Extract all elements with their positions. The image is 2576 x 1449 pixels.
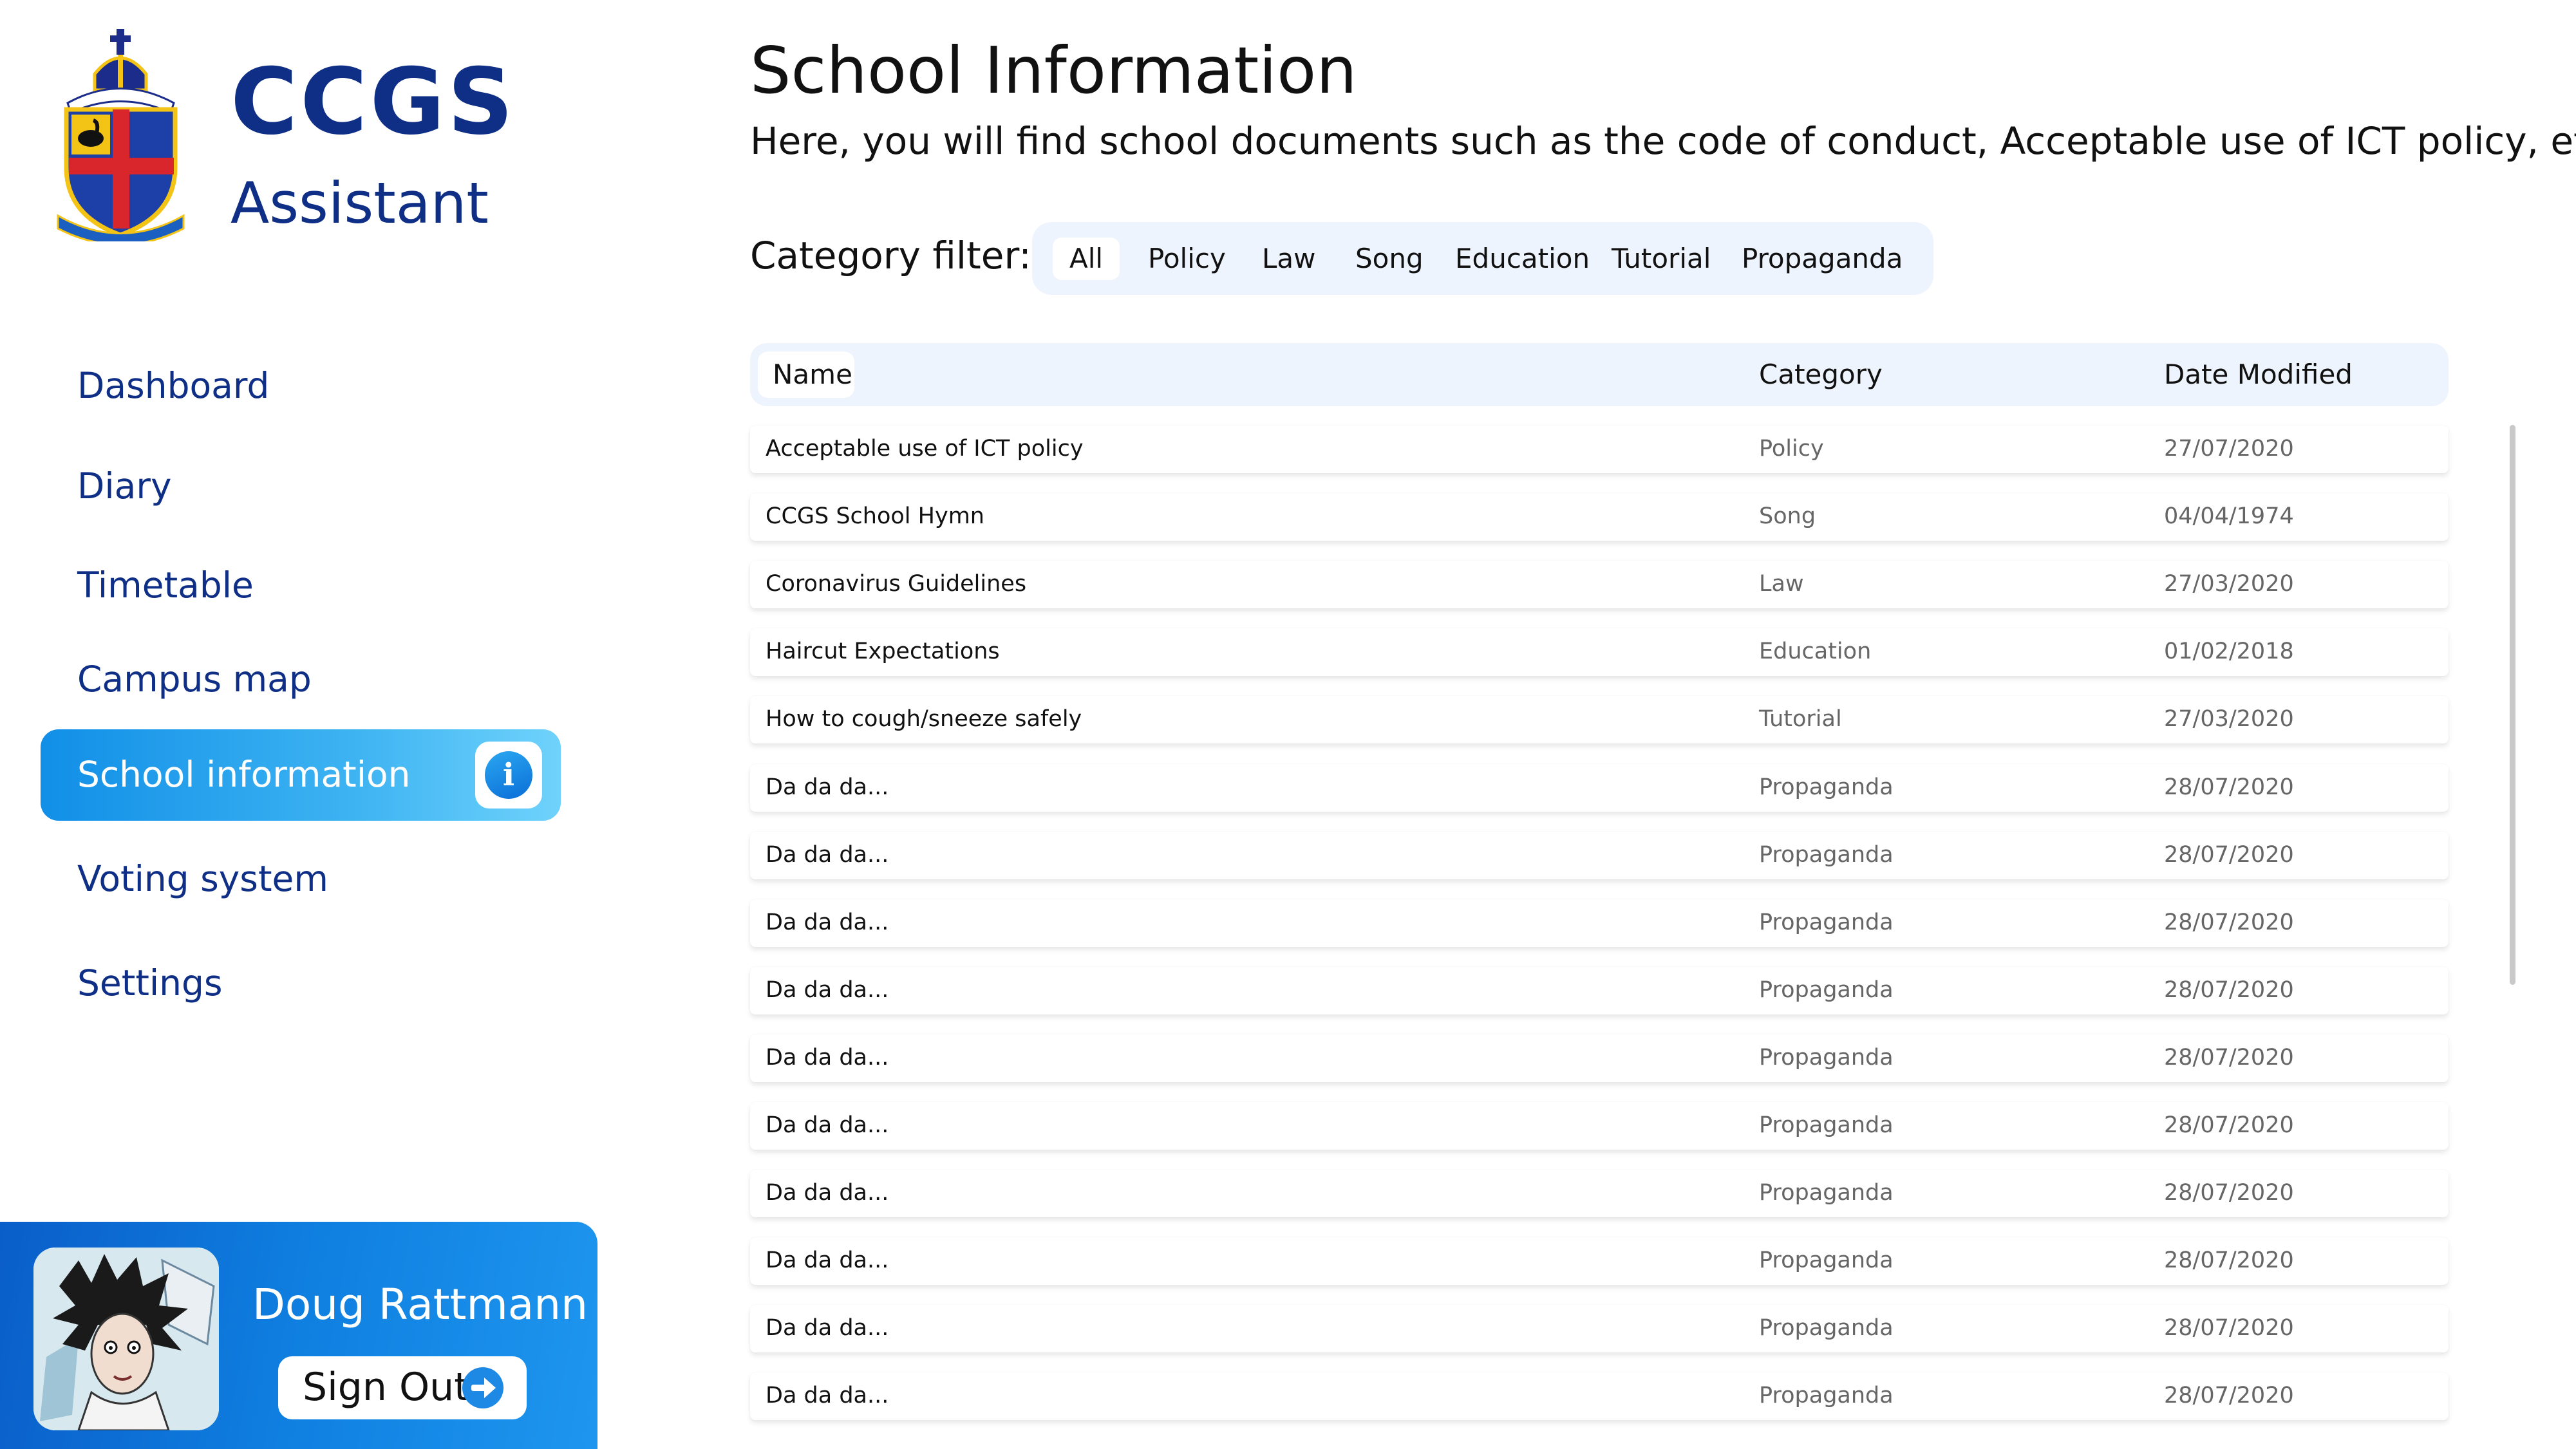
table-scrollbar[interactable] [2510, 425, 2515, 985]
table-row[interactable]: Da da da... Propaganda 28/07/2020 [750, 1102, 2449, 1150]
table-row[interactable]: Da da da... Propaganda 28/07/2020 [750, 1372, 2449, 1420]
row-date-modified: 01/02/2018 [2164, 639, 2294, 664]
row-category: Propaganda [1759, 1248, 1894, 1273]
category-filter-label: Category filter: [750, 234, 1031, 277]
sidebar-item-timetable[interactable]: Timetable [77, 568, 254, 603]
sidebar-item-diary[interactable]: Diary [77, 469, 172, 504]
row-name: How to cough/sneeze safely [766, 706, 1082, 732]
sidebar: CCGS Assistant Dashboard Diary Timetable… [0, 0, 602, 1449]
user-name: Doug Rattmann [252, 1280, 588, 1329]
row-date-modified: 28/07/2020 [2164, 1180, 2294, 1206]
row-date-modified: 28/07/2020 [2164, 1383, 2294, 1408]
table-row[interactable]: Haircut Expectations Education 01/02/2018 [750, 628, 2449, 676]
row-date-modified: 27/03/2020 [2164, 706, 2294, 732]
row-name: CCGS School Hymn [766, 503, 984, 529]
sidebar-item-school-information[interactable]: School information i [41, 729, 561, 821]
filter-chip-propaganda[interactable]: Propaganda [1742, 238, 1903, 280]
row-category: Propaganda [1759, 1112, 1894, 1138]
table-row[interactable]: Da da da... Propaganda 28/07/2020 [750, 764, 2449, 812]
sidebar-item-label: School information [77, 754, 411, 795]
table-row[interactable]: Da da da... Propaganda 28/07/2020 [750, 1305, 2449, 1352]
row-date-modified: 27/03/2020 [2164, 571, 2294, 597]
row-category: Propaganda [1759, 1180, 1894, 1206]
row-category: Policy [1759, 436, 1824, 462]
row-date-modified: 28/07/2020 [2164, 1248, 2294, 1273]
row-name: Da da da... [766, 1248, 889, 1273]
row-category: Tutorial [1759, 706, 1842, 732]
table-row[interactable]: Da da da... Propaganda 28/07/2020 [750, 899, 2449, 947]
sign-out-button[interactable]: Sign Out [278, 1356, 527, 1419]
row-category: Propaganda [1759, 774, 1894, 800]
row-category: Education [1759, 639, 1872, 664]
row-date-modified: 28/07/2020 [2164, 1045, 2294, 1070]
row-name: Haircut Expectations [766, 639, 1000, 664]
row-category: Propaganda [1759, 1045, 1894, 1070]
row-name: Da da da... [766, 1180, 889, 1206]
column-header-date-modified[interactable]: Date Modified [2164, 361, 2353, 388]
brand-title: CCGS [230, 49, 516, 155]
info-icon: i [485, 751, 532, 799]
row-name: Da da da... [766, 910, 889, 935]
row-category: Propaganda [1759, 910, 1894, 935]
row-category: Propaganda [1759, 977, 1894, 1003]
filter-chip-law[interactable]: Law [1262, 238, 1316, 280]
page-title: School Information [750, 33, 1357, 108]
arrow-right-circle-icon [462, 1367, 503, 1408]
table-row[interactable]: Acceptable use of ICT policy Policy 27/07/… [750, 425, 2449, 473]
table-row[interactable]: Coronavirus Guidelines Law 27/03/2020 [750, 561, 2449, 608]
table-row[interactable]: Da da da... Propaganda 28/07/2020 [750, 1237, 2449, 1285]
column-header-category[interactable]: Category [1759, 361, 1883, 388]
sidebar-item-settings[interactable]: Settings [77, 966, 223, 1001]
table-row[interactable]: Da da da... Propaganda 28/07/2020 [750, 832, 2449, 879]
sidebar-item-voting-system[interactable]: Voting system [77, 861, 328, 897]
filter-chip-tutorial[interactable]: Tutorial [1612, 238, 1711, 280]
row-name: Da da da... [766, 774, 889, 800]
row-date-modified: 28/07/2020 [2164, 977, 2294, 1003]
table-row[interactable]: How to cough/sneeze safely Tutorial 27/03/… [750, 696, 2449, 743]
row-category: Song [1759, 503, 1816, 529]
filter-chip-policy[interactable]: Policy [1148, 238, 1226, 280]
avatar-illustration [33, 1248, 219, 1430]
filter-chip-all[interactable]: All [1053, 238, 1120, 280]
category-filter-bar: All Policy Law Song Education Tutorial P… [1032, 222, 1933, 295]
avatar [33, 1248, 219, 1430]
row-name: Da da da... [766, 977, 889, 1003]
info-icon-box: i [475, 742, 542, 809]
filter-chip-education[interactable]: Education [1455, 238, 1590, 280]
row-name: Da da da... [766, 1383, 889, 1408]
filter-chip-song[interactable]: Song [1355, 238, 1424, 280]
row-date-modified: 27/07/2020 [2164, 436, 2294, 462]
row-category: Propaganda [1759, 842, 1894, 868]
row-date-modified: 28/07/2020 [2164, 910, 2294, 935]
table-row[interactable]: Da da da... Propaganda 28/07/2020 [750, 967, 2449, 1014]
table-header: Name Category Date Modified [750, 343, 2449, 406]
row-date-modified: 28/07/2020 [2164, 1315, 2294, 1341]
sidebar-item-dashboard[interactable]: Dashboard [77, 368, 269, 404]
row-name: Coronavirus Guidelines [766, 571, 1027, 597]
table-row[interactable]: Da da da... Propaganda 28/07/2020 [750, 1034, 2449, 1082]
row-name: Da da da... [766, 842, 889, 868]
page-description: Here, you will find school documents suc… [750, 119, 2576, 163]
row-date-modified: 28/07/2020 [2164, 1112, 2294, 1138]
row-date-modified: 04/04/1974 [2164, 503, 2294, 529]
table-row[interactable]: Da da da... Propaganda 28/07/2020 [750, 1170, 2449, 1217]
table-row[interactable]: CCGS School Hymn Song 04/04/1974 [750, 493, 2449, 541]
row-date-modified: 28/07/2020 [2164, 842, 2294, 868]
row-name: Da da da... [766, 1315, 889, 1341]
row-category: Propaganda [1759, 1383, 1894, 1408]
row-category: Propaganda [1759, 1315, 1894, 1341]
school-crest-logo [57, 29, 185, 241]
sidebar-item-campus-map[interactable]: Campus map [77, 662, 312, 697]
column-header-name[interactable]: Name [773, 361, 852, 388]
sign-out-label: Sign Out [303, 1365, 469, 1410]
row-name: Da da da... [766, 1112, 889, 1138]
row-date-modified: 28/07/2020 [2164, 774, 2294, 800]
user-panel: Doug Rattmann Sign Out [0, 1222, 597, 1449]
brand-subtitle: Assistant [230, 170, 489, 236]
row-name: Da da da... [766, 1045, 889, 1070]
row-name: Acceptable use of ICT policy [766, 436, 1084, 462]
row-category: Law [1759, 571, 1804, 597]
